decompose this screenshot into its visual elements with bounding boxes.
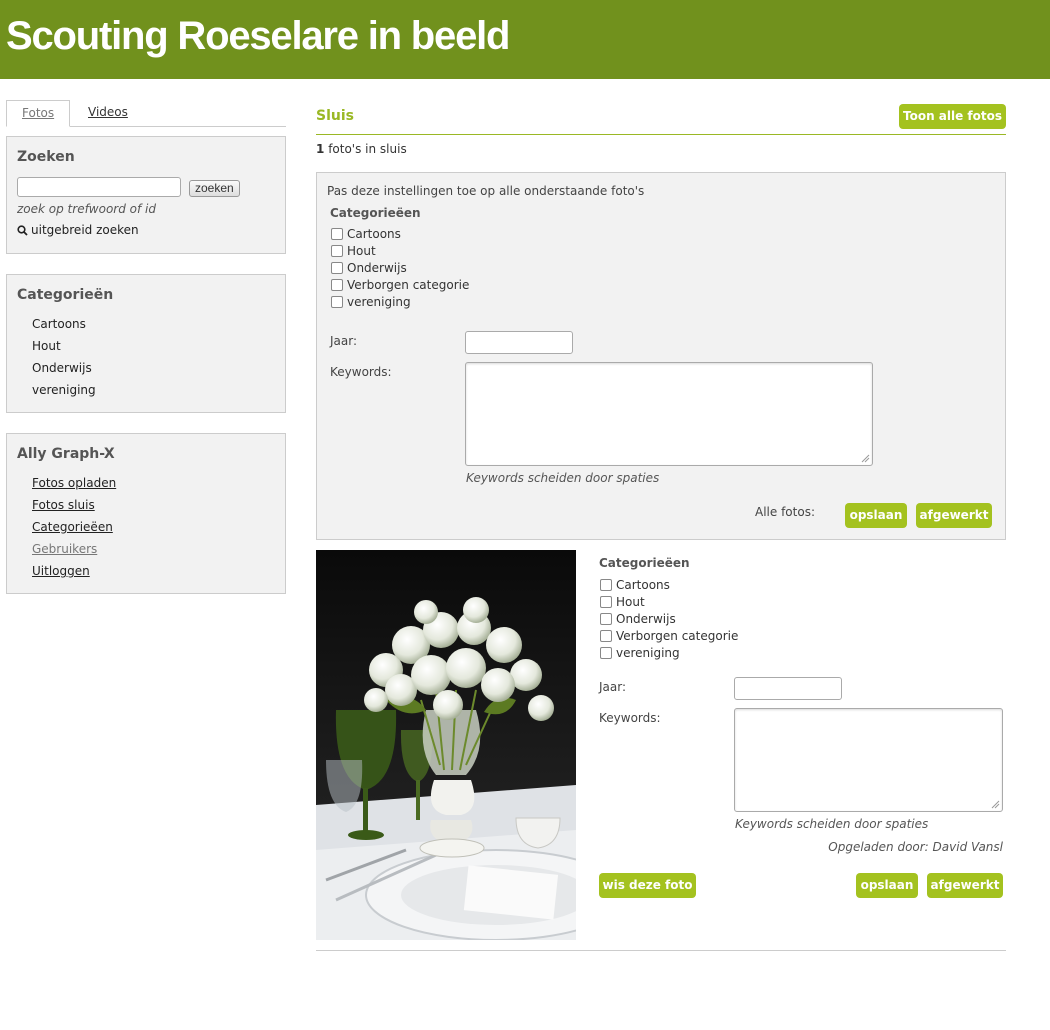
site-title: Scouting Roeselare in beeld bbox=[6, 14, 510, 58]
checkbox[interactable] bbox=[600, 613, 612, 625]
link-gebruikers[interactable]: Gebruikers bbox=[32, 542, 116, 564]
admin-heading: Ally Graph-X bbox=[17, 446, 115, 462]
photo-done-button[interactable]: afgewerkt bbox=[927, 873, 1003, 898]
checkbox[interactable] bbox=[331, 228, 343, 240]
advanced-search-link[interactable]: uitgebreid zoeken bbox=[17, 223, 139, 237]
checkbox[interactable] bbox=[600, 596, 612, 608]
category-item-cartoons[interactable]: Cartoons bbox=[32, 317, 96, 339]
photo-year-label: Jaar: bbox=[599, 680, 627, 694]
checkbox[interactable] bbox=[331, 245, 343, 257]
admin-link-list: Fotos opladen Fotos sluis Categorieëen G… bbox=[32, 476, 116, 586]
checkbox[interactable] bbox=[600, 630, 612, 642]
tab-fotos[interactable]: Fotos bbox=[6, 100, 71, 127]
uploaded-by: Opgeladen door: David Vansl bbox=[828, 840, 1003, 854]
category-list: Cartoons Hout Onderwijs vereniging bbox=[32, 317, 96, 405]
bulk-category-option[interactable]: Onderwijs bbox=[331, 261, 407, 278]
search-button[interactable]: zoeken bbox=[189, 180, 240, 197]
photo-category-option[interactable]: vereniging bbox=[600, 646, 680, 663]
checkbox-label: Cartoons bbox=[616, 578, 670, 592]
link-categorieen[interactable]: Categorieëen bbox=[32, 520, 116, 542]
categories-box: Categorieën Cartoons Hout Onderwijs vere… bbox=[6, 274, 286, 413]
checkbox-label: Hout bbox=[347, 244, 376, 258]
bulk-keywords-hint: Keywords scheiden door spaties bbox=[466, 471, 660, 485]
photo-category-option[interactable]: Cartoons bbox=[600, 578, 670, 595]
photo-category-option[interactable]: Verborgen categorie bbox=[600, 629, 738, 646]
bulk-settings-panel: Pas deze instellingen toe op alle onders… bbox=[316, 172, 1006, 540]
tab-videos[interactable]: Videos bbox=[73, 100, 143, 125]
search-input[interactable] bbox=[17, 177, 181, 197]
category-item-vereniging[interactable]: vereniging bbox=[32, 383, 96, 405]
photo-categories-label: Categorieëen bbox=[599, 556, 690, 570]
search-heading: Zoeken bbox=[17, 149, 75, 165]
photo-category-option[interactable]: Hout bbox=[600, 595, 645, 612]
site-header: Scouting Roeselare in beeld bbox=[0, 0, 1050, 79]
admin-box: Ally Graph-X Fotos opladen Fotos sluis C… bbox=[6, 433, 286, 594]
bottom-divider bbox=[316, 950, 1006, 951]
page-title: Sluis bbox=[316, 108, 354, 124]
link-uitloggen[interactable]: Uitloggen bbox=[32, 564, 116, 586]
all-photos-label: Alle fotos: bbox=[755, 505, 815, 519]
search-hint: zoek op trefwoord of id bbox=[17, 202, 157, 216]
checkbox[interactable] bbox=[331, 262, 343, 274]
photo-keywords-hint: Keywords scheiden door spaties bbox=[735, 817, 929, 831]
checkbox[interactable] bbox=[331, 279, 343, 291]
search-icon bbox=[17, 225, 28, 236]
checkbox-label: vereniging bbox=[616, 646, 680, 660]
photo-save-button[interactable]: opslaan bbox=[856, 873, 918, 898]
checkbox-label: Verborgen categorie bbox=[347, 278, 470, 292]
checkbox-label: Verborgen categorie bbox=[616, 629, 739, 643]
checkbox-label: vereniging bbox=[347, 295, 411, 309]
photo-thumbnail[interactable] bbox=[316, 550, 576, 940]
search-box: Zoeken zoeken zoek op trefwoord of id ui… bbox=[6, 136, 286, 254]
link-fotos-sluis[interactable]: Fotos sluis bbox=[32, 498, 116, 520]
category-item-onderwijs[interactable]: Onderwijs bbox=[32, 361, 96, 383]
bulk-category-option[interactable]: Hout bbox=[331, 244, 376, 261]
bulk-category-option[interactable]: vereniging bbox=[331, 295, 411, 312]
checkbox-label: Cartoons bbox=[347, 227, 401, 241]
bulk-year-input[interactable] bbox=[465, 331, 573, 354]
checkbox-label: Onderwijs bbox=[347, 261, 407, 275]
bulk-category-option[interactable]: Cartoons bbox=[331, 227, 401, 244]
bulk-keywords-label: Keywords: bbox=[330, 365, 392, 379]
photo-count: 1 foto's in sluis bbox=[316, 142, 407, 156]
bulk-intro: Pas deze instellingen toe op alle onders… bbox=[327, 184, 645, 198]
bulk-categories-label: Categorieëen bbox=[330, 206, 421, 220]
checkbox[interactable] bbox=[600, 579, 612, 591]
photo-category-option[interactable]: Onderwijs bbox=[600, 612, 676, 629]
bulk-done-button[interactable]: afgewerkt bbox=[916, 503, 992, 528]
flower-bouquet-image bbox=[316, 550, 576, 940]
bulk-save-button[interactable]: opslaan bbox=[845, 503, 907, 528]
categories-heading: Categorieën bbox=[17, 287, 114, 303]
checkbox[interactable] bbox=[600, 647, 612, 659]
photo-keywords-label: Keywords: bbox=[599, 711, 661, 725]
link-fotos-opladen[interactable]: Fotos opladen bbox=[32, 476, 116, 498]
delete-photo-button[interactable]: wis deze foto bbox=[599, 873, 696, 898]
bulk-year-label: Jaar: bbox=[330, 334, 358, 348]
title-divider bbox=[316, 134, 1006, 135]
bulk-category-option[interactable]: Verborgen categorie bbox=[331, 278, 469, 295]
checkbox-label: Onderwijs bbox=[616, 612, 676, 626]
photo-year-input[interactable] bbox=[734, 677, 842, 700]
advanced-search-label: uitgebreid zoeken bbox=[31, 223, 139, 237]
photo-count-number: 1 bbox=[316, 142, 325, 156]
media-tabs: Fotos Videos bbox=[6, 100, 286, 127]
photo-count-text: foto's in sluis bbox=[328, 142, 407, 156]
checkbox[interactable] bbox=[331, 296, 343, 308]
show-all-photos-button[interactable]: Toon alle fotos bbox=[899, 104, 1006, 129]
checkbox-label: Hout bbox=[616, 595, 645, 609]
resize-handle-icon[interactable] bbox=[991, 800, 1000, 809]
bulk-keywords-textarea[interactable] bbox=[465, 362, 873, 466]
resize-handle-icon[interactable] bbox=[861, 454, 870, 463]
photo-keywords-textarea[interactable] bbox=[734, 708, 1003, 812]
category-item-hout[interactable]: Hout bbox=[32, 339, 96, 361]
